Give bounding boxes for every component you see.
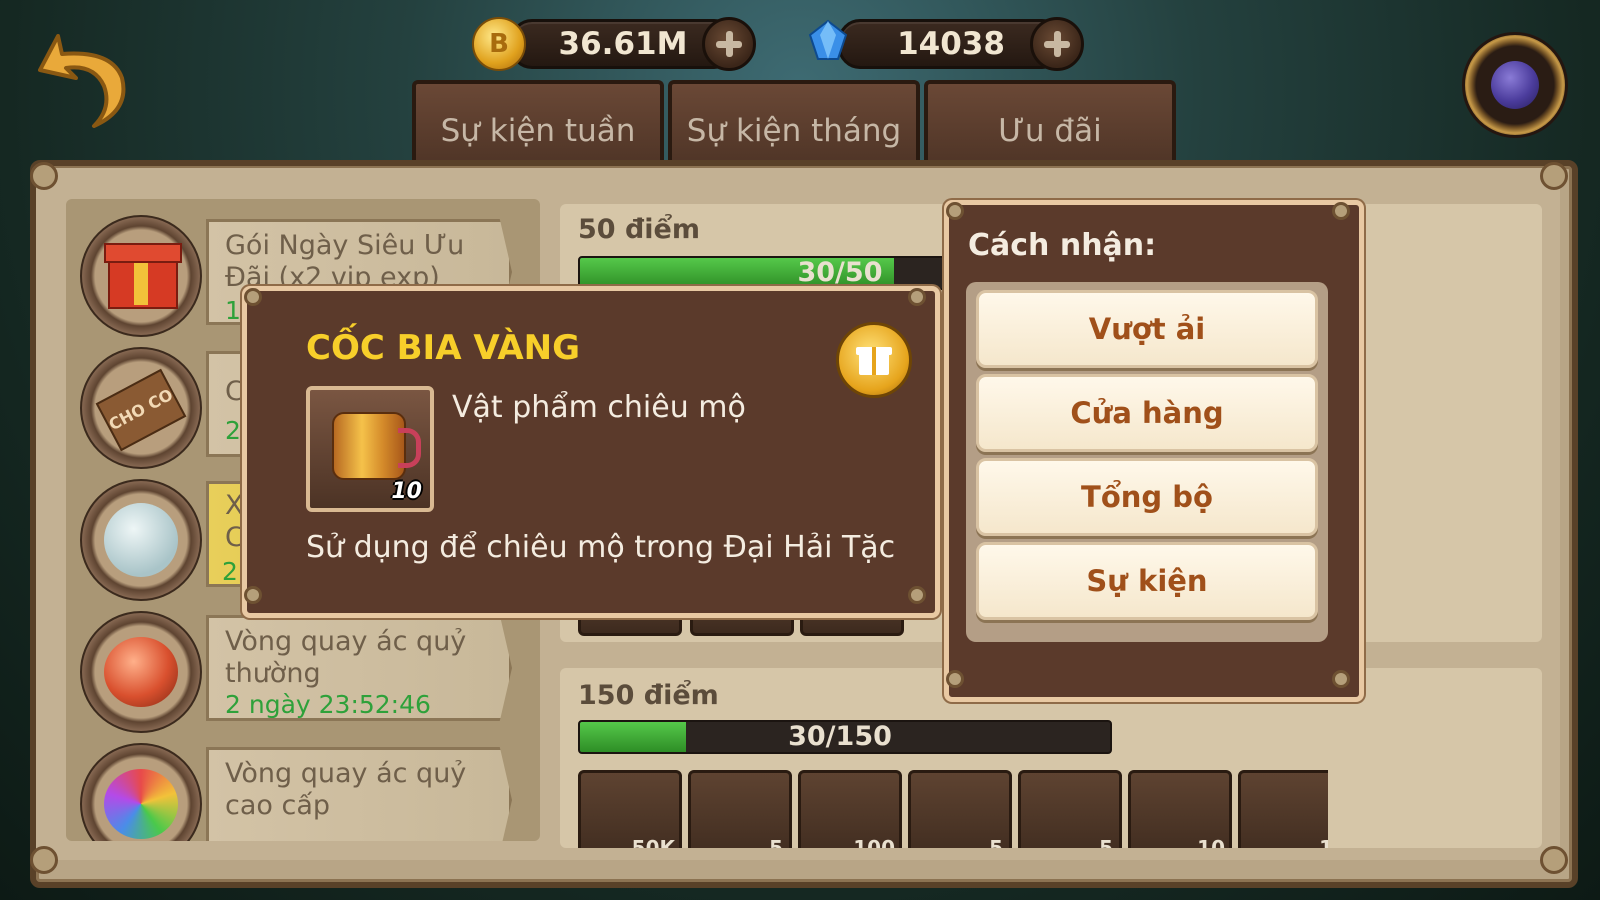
list-item[interactable]: Vòng quay ác quỷ cao cấp xyxy=(206,747,512,841)
reward-slot-blue-drop[interactable]: 50K xyxy=(578,770,682,848)
popup-corner-ornament xyxy=(908,586,926,604)
compass-icon xyxy=(80,479,202,601)
progress-text: 30/50 xyxy=(797,257,883,288)
panel-corner-ornament xyxy=(1332,670,1350,688)
milestone-points: 50 điểm xyxy=(578,214,701,245)
item-name: CỐC BIA VÀNG xyxy=(306,328,581,368)
tab-weekly-event[interactable]: Sự kiện tuần xyxy=(412,80,664,168)
source-event-button[interactable]: Sự kiện xyxy=(976,542,1318,620)
reward-slot-cannon[interactable]: 5 xyxy=(908,770,1012,848)
reward-slot-beads[interactable]: 10 xyxy=(1128,770,1232,848)
frame-corner-ornament xyxy=(1540,846,1568,874)
item-category: Vật phẩm chiêu mộ xyxy=(452,390,746,425)
list-item-timer: 1 xyxy=(225,296,241,325)
milestone-points: 150 điểm xyxy=(578,680,719,711)
beer-mug-icon xyxy=(332,412,406,480)
source-stage-button[interactable]: Vượt ải xyxy=(976,290,1318,368)
panel-corner-ornament xyxy=(1332,202,1350,220)
list-item-timer: 2 xyxy=(225,416,241,445)
progress-text: 30/150 xyxy=(788,721,892,752)
list-item-timer: 2 xyxy=(222,557,238,586)
frame-corner-ornament xyxy=(1540,162,1568,190)
reward-slot-meat[interactable]: 5 xyxy=(1018,770,1122,848)
add-gold-button[interactable] xyxy=(702,17,756,71)
list-item-title: Vòng quay ác quỷ cao cấp xyxy=(225,758,467,821)
item-count: 10 xyxy=(391,479,422,504)
gift-icon[interactable] xyxy=(836,322,912,398)
tab-offers[interactable]: Ưu đãi xyxy=(924,80,1176,168)
milestone-progress-bar: 30/150 xyxy=(578,720,1112,754)
devil-fruit-menu-button[interactable] xyxy=(1462,32,1568,138)
frame-corner-ornament xyxy=(30,846,58,874)
source-shop-button[interactable]: Cửa hàng xyxy=(976,374,1318,452)
item-description: Sử dụng để chiêu mộ trong Đại Hải Tặc xyxy=(306,530,896,565)
list-item-timer: 2 ngày 23:52:46 xyxy=(225,690,431,719)
panel-corner-ornament xyxy=(946,202,964,220)
reward-slot-iron[interactable]: 100 xyxy=(798,770,902,848)
devil-fruit-icon xyxy=(1491,61,1539,109)
list-item-title: Vòng quay ác quỷ thường xyxy=(225,626,467,689)
gem-icon xyxy=(808,19,848,60)
gold-coin-icon: B xyxy=(472,17,526,71)
panel-corner-ornament xyxy=(946,670,964,688)
gift-box-icon xyxy=(80,215,202,337)
add-gem-button[interactable] xyxy=(1030,17,1084,71)
frame-corner-ornament xyxy=(30,162,58,190)
list-item[interactable]: Vòng quay ác quỷ thường 2 ngày 23:52:46 xyxy=(206,615,512,721)
reward-row: 50K 5 100 5 5 10 1 xyxy=(578,770,1328,848)
popup-corner-ornament xyxy=(244,586,262,604)
chocolate-icon: CHO CO xyxy=(80,347,202,469)
list-item-title: Gói Ngày Siêu Ưu Đãi (x2 vip exp) xyxy=(225,230,465,293)
reward-slot-cap[interactable]: 1 xyxy=(1238,770,1328,848)
popup-corner-ornament xyxy=(908,288,926,306)
item-slot: 10 xyxy=(306,386,434,512)
devil-fruit-icon xyxy=(80,611,202,733)
reward-slot-coin[interactable]: 5 xyxy=(688,770,792,848)
how-to-obtain-title: Cách nhận: xyxy=(968,228,1157,263)
tab-monthly-event[interactable]: Sự kiện tháng xyxy=(668,80,920,168)
rainbow-devil-fruit-icon xyxy=(80,743,202,841)
progress-fill xyxy=(580,722,686,752)
source-headquarters-button[interactable]: Tổng bộ xyxy=(976,458,1318,536)
back-arrow-icon[interactable] xyxy=(38,28,128,128)
popup-corner-ornament xyxy=(244,288,262,306)
